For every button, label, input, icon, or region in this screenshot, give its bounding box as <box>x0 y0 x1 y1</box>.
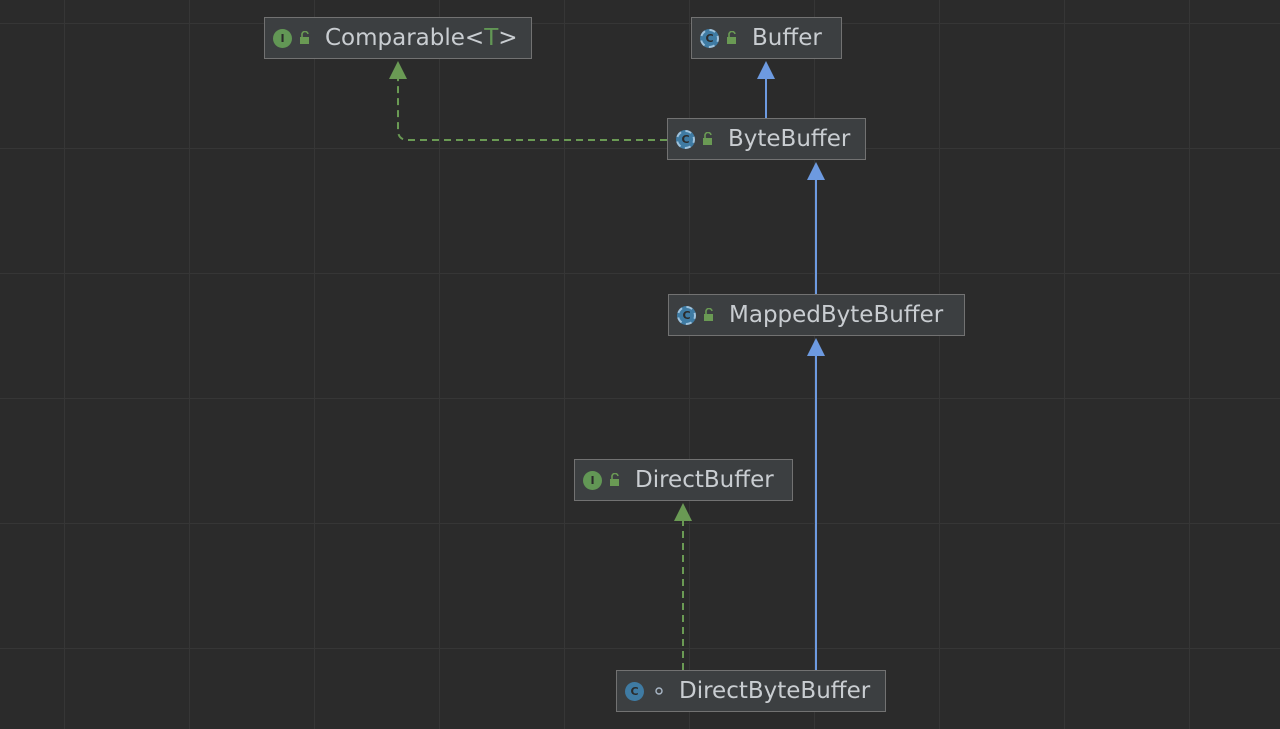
public-lock-icon <box>703 308 715 322</box>
abstract-class-icon: C <box>700 28 719 48</box>
arrowhead-directbuffer <box>674 503 692 521</box>
node-buffer[interactable]: C Buffer <box>691 17 842 59</box>
public-lock-icon <box>299 31 311 45</box>
interface-icon: I <box>273 28 292 48</box>
interface-icon: I <box>583 470 602 490</box>
arrowhead-comparable <box>389 61 407 79</box>
public-lock-icon <box>702 132 714 146</box>
class-icon: C <box>625 681 644 701</box>
node-mappedbytebuffer[interactable]: C MappedByteBuffer <box>668 294 965 336</box>
public-lock-icon <box>726 31 738 45</box>
type-parameter: T <box>484 25 499 51</box>
node-label-comparable: Comparable<T> <box>325 25 518 51</box>
node-comparable[interactable]: I Comparable<T> <box>264 17 532 59</box>
node-bytebuffer[interactable]: C ByteBuffer <box>667 118 866 160</box>
node-directbytebuffer[interactable]: C DirectByteBuffer <box>616 670 886 712</box>
abstract-class-icon: C <box>676 129 695 149</box>
node-label-bytebuffer: ByteBuffer <box>728 126 851 152</box>
node-label-mappedbytebuffer: MappedByteBuffer <box>729 302 944 328</box>
arrowhead-bytebuffer <box>807 162 825 180</box>
edge-bytebuffer-implements-comparable <box>397 78 667 141</box>
diagram-edges <box>389 61 825 670</box>
arrowhead-buffer <box>757 61 775 79</box>
node-label-directbuffer: DirectBuffer <box>635 467 774 493</box>
abstract-class-icon: C <box>677 305 696 325</box>
node-label-directbytebuffer: DirectByteBuffer <box>679 678 871 704</box>
arrowhead-mappedbytebuffer <box>807 338 825 356</box>
public-lock-icon <box>609 473 621 487</box>
node-label-buffer: Buffer <box>752 25 822 51</box>
package-private-icon <box>653 684 665 698</box>
node-directbuffer[interactable]: I DirectBuffer <box>574 459 793 501</box>
